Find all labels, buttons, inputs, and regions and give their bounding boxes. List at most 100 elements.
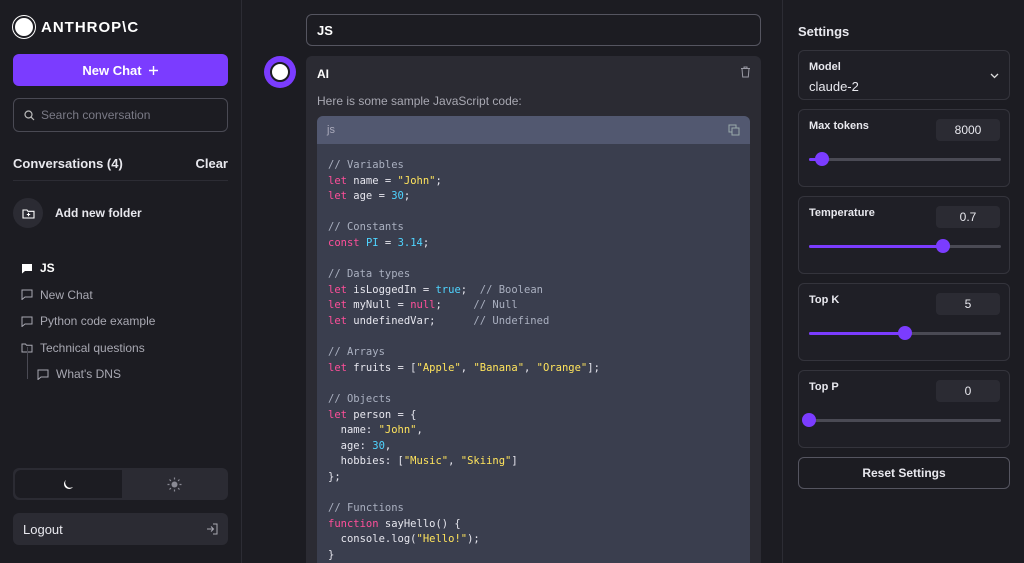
code-line: let age = 30; <box>328 189 739 205</box>
trash-icon[interactable] <box>740 66 751 78</box>
code-token: const <box>328 236 360 249</box>
search-icon <box>24 109 35 120</box>
code-line: let person = { <box>328 408 739 424</box>
copy-icon[interactable] <box>728 124 740 136</box>
code-token: age = <box>346 190 392 203</box>
code-line: // Arrays <box>328 345 739 361</box>
code-line: // Functions <box>328 501 739 517</box>
model-value: claude-2 <box>809 79 859 94</box>
add-folder-button[interactable]: Add new folder <box>13 198 142 228</box>
code-token: , <box>460 361 474 374</box>
new-chat-button[interactable]: New Chat <box>13 54 228 86</box>
light-theme-button[interactable] <box>122 468 229 500</box>
search-input[interactable] <box>41 108 221 122</box>
slider-handle[interactable] <box>936 239 951 253</box>
theme-toggle <box>13 468 228 500</box>
reset-settings-button[interactable]: Reset Settings <box>798 457 1010 489</box>
code-line: // Data types <box>328 267 739 283</box>
plus-icon <box>148 65 158 75</box>
top-p-setting: Top P 0 <box>798 370 1010 448</box>
code-line: let undefinedVar; // Undefined <box>328 314 739 330</box>
code-token: ; <box>422 236 430 249</box>
logout-label: Logout <box>23 521 63 537</box>
code-line: age: 30, <box>328 439 739 455</box>
code-token: 3.14 <box>397 236 423 249</box>
slider-handle[interactable] <box>898 326 912 340</box>
max-tokens-label: Max tokens <box>809 120 869 132</box>
code-token: let <box>328 190 347 203</box>
code-line: }; <box>328 470 739 486</box>
code-token: isLoggedIn = <box>346 283 436 296</box>
conversation-item-js[interactable]: JS <box>21 255 228 282</box>
code-token: ] <box>511 455 518 468</box>
folder-tree-line <box>27 347 28 379</box>
chat-outline-icon <box>21 316 33 327</box>
add-folder-label: Add new folder <box>55 206 142 220</box>
conversation-item-new-chat[interactable]: New Chat <box>21 282 228 309</box>
clear-button[interactable]: Clear <box>195 156 228 171</box>
message-author: AI <box>317 67 329 81</box>
chat-filled-icon <box>22 263 32 274</box>
code-token: name: <box>328 424 379 437</box>
code-token: name = <box>346 174 398 187</box>
model-select[interactable]: Model claude-2 <box>798 50 1010 100</box>
conversation-label: Python code example <box>40 314 156 329</box>
ai-avatar-logo-icon <box>270 62 290 82</box>
logout-button[interactable]: Logout <box>13 513 228 545</box>
code-language-label: js <box>327 124 335 136</box>
conversation-label: JS <box>40 261 55 276</box>
conversation-item-whats-dns[interactable]: What's DNS <box>37 361 228 388</box>
folder-item-technical-questions[interactable]: Technical questions <box>21 335 228 362</box>
code-token: sayHello() { <box>378 517 461 530</box>
code-token: "Orange" <box>536 361 588 374</box>
chat-outline-icon <box>21 289 33 301</box>
slider-fill <box>809 245 944 248</box>
top-k-slider[interactable] <box>809 326 1001 340</box>
code-token: "John" <box>397 174 436 187</box>
top-p-label: Top P <box>809 381 839 393</box>
code-token: = <box>378 236 398 249</box>
code-token: , <box>524 361 537 374</box>
max-tokens-setting: Max tokens 8000 <box>798 109 1010 187</box>
code-token: // Undefined <box>473 314 550 327</box>
code-token: "Skiing" <box>460 455 512 468</box>
code-token: "Music" <box>403 455 449 468</box>
settings-panel: Settings Model claude-2 Max tokens 8000 … <box>782 0 1024 563</box>
dark-theme-button[interactable] <box>15 470 122 498</box>
code-token: console.log( <box>328 533 417 546</box>
code-token: // Functions <box>328 502 404 515</box>
conversation-item-python-code-example[interactable]: Python code example <box>21 308 228 335</box>
code-token: true <box>435 283 461 296</box>
top-p-slider[interactable] <box>802 413 1001 427</box>
code-token: ; <box>435 174 442 187</box>
code-token: let <box>328 408 347 421</box>
code-line: function sayHello() { <box>328 517 739 533</box>
code-token: "John" <box>378 424 417 437</box>
conversation-title-field[interactable]: JS <box>306 14 761 46</box>
max-tokens-input[interactable]: 8000 <box>936 119 1000 141</box>
temperature-slider[interactable] <box>809 239 1001 253</box>
temperature-setting: Temperature 0.7 <box>798 196 1010 274</box>
conversation-label: New Chat <box>40 287 93 302</box>
code-token: } <box>328 548 335 561</box>
top-p-input[interactable]: 0 <box>936 380 1000 402</box>
code-line: let isLoggedIn = true; // Boolean <box>328 283 739 299</box>
code-line: // Objects <box>328 392 739 408</box>
brand: ANTHROP\C <box>13 16 139 38</box>
code-token: myNull = <box>346 299 411 312</box>
code-token: // Constants <box>328 221 404 234</box>
code-token: hobbies: [ <box>328 455 404 468</box>
message-intro-text: Here is some sample JavaScript code: <box>317 94 522 108</box>
code-line: let name = "John"; <box>328 174 739 190</box>
code-token: // Arrays <box>328 346 385 359</box>
temperature-input[interactable]: 0.7 <box>936 206 1000 228</box>
slider-handle[interactable] <box>802 413 816 427</box>
code-token: let <box>328 283 347 296</box>
max-tokens-slider[interactable] <box>809 152 1001 166</box>
code-token: ; <box>403 190 411 203</box>
code-token: PI <box>365 236 379 249</box>
top-k-input[interactable]: 5 <box>936 293 1000 315</box>
slider-handle[interactable] <box>815 152 830 166</box>
